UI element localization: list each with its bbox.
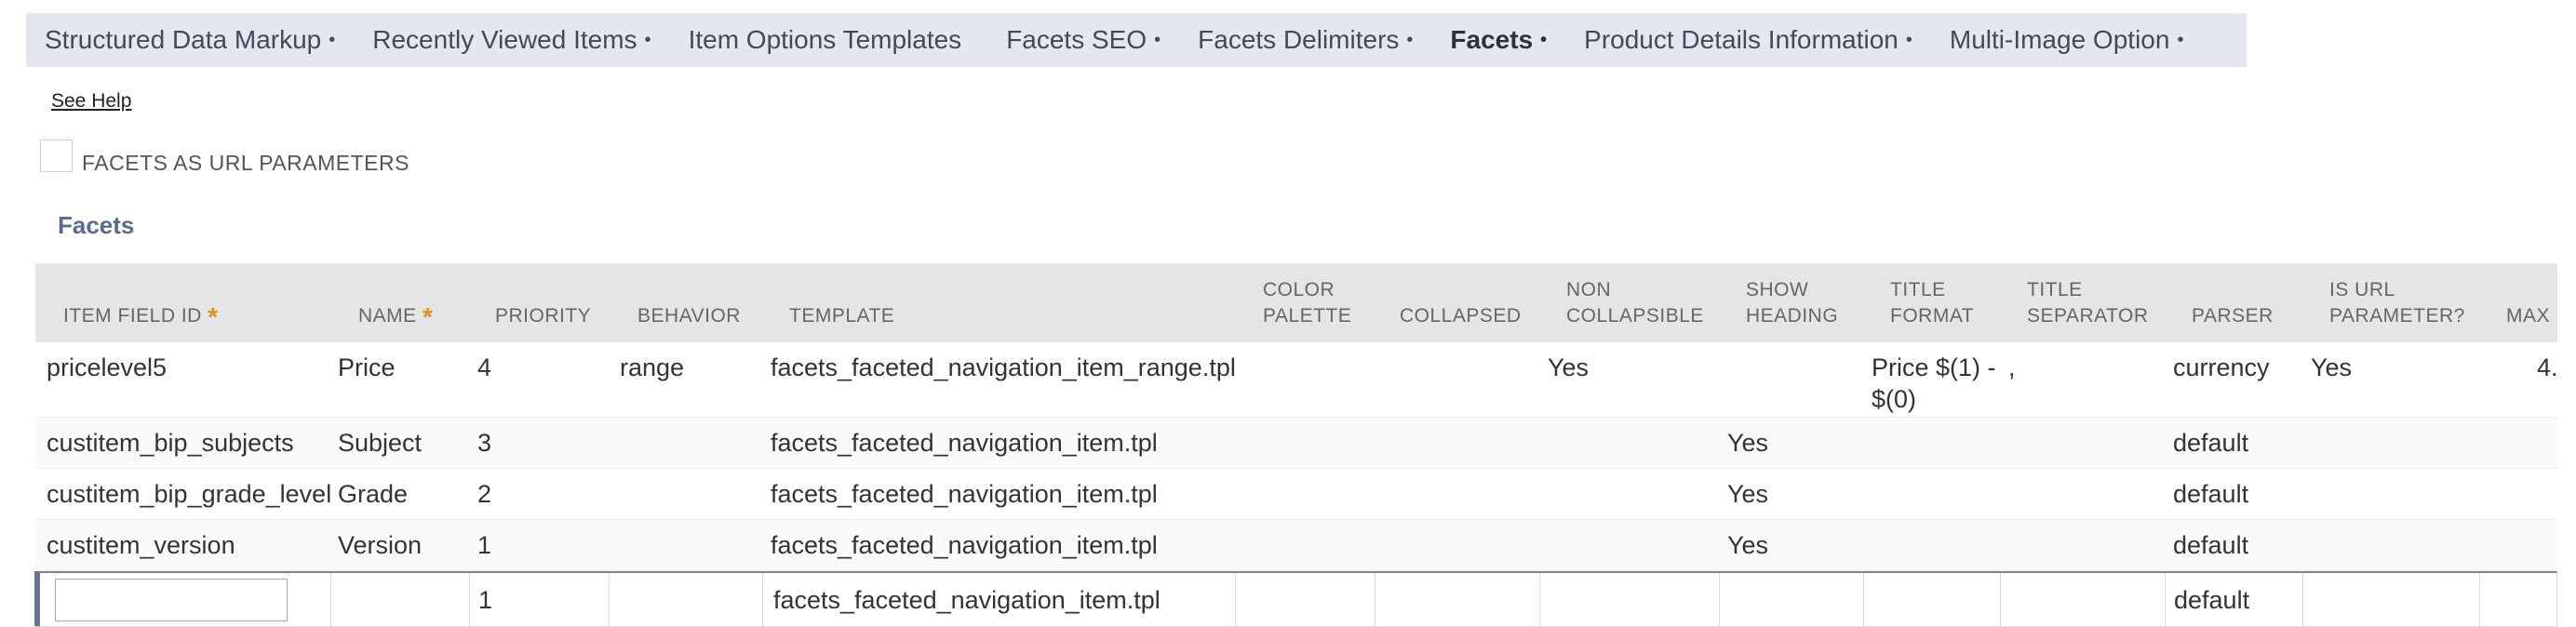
cell-priority: 3 bbox=[477, 429, 492, 457]
column-divider bbox=[1235, 573, 1236, 626]
cell-is-url-parameter: Yes bbox=[2311, 354, 2353, 381]
tab-modified-dot: • bbox=[2177, 30, 2184, 50]
tab-label: Product Details Information bbox=[1584, 25, 1898, 54]
cell-non-collapsible: Yes bbox=[1548, 354, 1590, 381]
cell-priority: 2 bbox=[477, 480, 492, 508]
facets-as-url-parameters-checkbox[interactable] bbox=[40, 140, 73, 172]
cell-title-separator: , bbox=[2008, 354, 2016, 381]
col-non-collapsible[interactable]: NON COLLAPSIBLE bbox=[1566, 277, 1704, 329]
column-divider bbox=[609, 573, 610, 626]
col-item-field-id[interactable]: ITEM FIELD ID * bbox=[63, 300, 219, 331]
required-asterisk: * bbox=[208, 302, 219, 331]
cell-item-field-id: custitem_version bbox=[47, 531, 235, 559]
col-collapsed[interactable]: COLLAPSED bbox=[1400, 303, 1522, 329]
column-divider bbox=[330, 573, 331, 626]
cell-parser: currency bbox=[2173, 354, 2270, 381]
col-title-format[interactable]: TITLE FORMAT bbox=[1890, 277, 1974, 329]
cell-name: Price bbox=[338, 354, 396, 381]
new-row-parser[interactable]: default bbox=[2174, 584, 2249, 616]
cell-item-field-id: custitem_bip_subjects bbox=[47, 429, 294, 457]
facets-as-url-parameters-label: FACETS AS URL PARAMETERS bbox=[82, 151, 409, 175]
cell-name: Grade bbox=[338, 480, 409, 508]
col-is-url-parameter[interactable]: IS URL PARAMETER? bbox=[2329, 277, 2465, 329]
column-divider bbox=[2479, 573, 2480, 626]
table-row[interactable]: custitem_bip_grade_level Grade 2 facets_… bbox=[35, 469, 2557, 520]
tab-label: Recently Viewed Items bbox=[372, 25, 637, 54]
tab-recently-viewed-items[interactable]: Recently Viewed Items • bbox=[372, 25, 651, 55]
cell-title-format: Price $(1) - $(0) bbox=[1872, 354, 1996, 413]
cell-name: Version bbox=[338, 531, 423, 559]
column-divider bbox=[2302, 573, 2303, 626]
cell-behavior: range bbox=[620, 354, 685, 381]
table-row[interactable]: pricelevel5 Price 4 range facets_faceted… bbox=[35, 342, 2558, 418]
tab-item-options-templates[interactable]: Item Options Templates bbox=[689, 25, 970, 55]
tab-label: Facets bbox=[1450, 25, 1534, 54]
tab-structured-data-markup[interactable]: Structured Data Markup • bbox=[45, 25, 335, 55]
tab-facets[interactable]: Facets • bbox=[1450, 25, 1547, 55]
tab-modified-dot: • bbox=[1905, 30, 1912, 50]
tab-multi-image-option[interactable]: Multi-Image Option • bbox=[1950, 25, 2184, 55]
tab-modified-dot: • bbox=[1540, 30, 1548, 50]
col-title-separator[interactable]: TITLE SEPARATOR bbox=[2027, 277, 2149, 329]
cell-show-heading: Yes bbox=[1727, 480, 1769, 508]
tab-modified-dot: • bbox=[1154, 30, 1161, 50]
new-item-field-id-input[interactable] bbox=[55, 579, 288, 621]
section-title: Facets bbox=[58, 211, 135, 239]
column-divider bbox=[2165, 573, 2166, 626]
col-color-palette[interactable]: COLOR PALETTE bbox=[1263, 277, 1351, 329]
column-divider bbox=[1863, 573, 1864, 626]
tab-label: Structured Data Markup bbox=[45, 25, 322, 54]
cell-max: 4. bbox=[2537, 354, 2558, 381]
col-show-heading[interactable]: SHOW HEADING bbox=[1746, 277, 1838, 329]
new-row-priority[interactable]: 1 bbox=[478, 584, 492, 616]
tab-product-details-information[interactable]: Product Details Information • bbox=[1584, 25, 1912, 55]
cell-item-field-id: custitem_bip_grade_level bbox=[47, 480, 332, 508]
column-divider bbox=[1719, 573, 1720, 626]
col-template[interactable]: TEMPLATE bbox=[789, 303, 894, 329]
cell-name: Subject bbox=[338, 429, 423, 457]
table-header: ITEM FIELD ID * NAME * PRIORITY BEHAVIOR… bbox=[35, 263, 2557, 342]
cell-template: facets_faceted_navigation_item.tpl bbox=[771, 429, 1158, 457]
col-behavior[interactable]: BEHAVIOR bbox=[637, 303, 741, 329]
table-row[interactable]: custitem_version Version 1 facets_facete… bbox=[35, 520, 2557, 571]
tab-label: Item Options Templates bbox=[688, 25, 962, 54]
table-row[interactable]: custitem_bip_subjects Subject 3 facets_f… bbox=[35, 418, 2557, 469]
cell-priority: 1 bbox=[477, 531, 492, 559]
cell-template: facets_faceted_navigation_item.tpl bbox=[771, 531, 1158, 559]
tab-facets-delimiters[interactable]: Facets Delimiters • bbox=[1198, 25, 1413, 55]
cell-parser: default bbox=[2173, 531, 2249, 559]
tab-modified-dot: • bbox=[1406, 30, 1414, 50]
new-row-editor[interactable]: 1 facets_faceted_navigation_item.tpl def… bbox=[34, 571, 2557, 627]
facets-table: ITEM FIELD ID * NAME * PRIORITY BEHAVIOR… bbox=[34, 263, 2558, 627]
new-row-template[interactable]: facets_faceted_navigation_item.tpl bbox=[773, 584, 1161, 616]
cell-parser: default bbox=[2173, 480, 2249, 508]
cell-show-heading: Yes bbox=[1727, 429, 1769, 457]
required-asterisk: * bbox=[423, 302, 434, 331]
tab-modified-dot: • bbox=[329, 30, 336, 50]
column-divider bbox=[469, 573, 470, 626]
column-divider bbox=[762, 573, 763, 626]
facets-as-url-parameters-field: FACETS AS URL PARAMETERS bbox=[40, 136, 409, 176]
see-help-link[interactable]: See Help bbox=[51, 90, 131, 113]
cell-priority: 4 bbox=[477, 354, 492, 381]
cell-show-heading: Yes bbox=[1727, 531, 1769, 559]
cell-template: facets_faceted_navigation_item_range.tpl bbox=[771, 354, 1236, 381]
tab-label: Facets SEO bbox=[1006, 25, 1147, 54]
tab-label: Facets Delimiters bbox=[1198, 25, 1400, 54]
col-max[interactable]: MAX bbox=[2506, 303, 2550, 329]
subtab-bar: Structured Data Markup • Recently Viewed … bbox=[26, 13, 2247, 67]
col-name[interactable]: NAME * bbox=[358, 300, 434, 331]
col-priority[interactable]: PRIORITY bbox=[495, 303, 591, 329]
column-divider bbox=[2000, 573, 2001, 626]
tab-modified-dot: • bbox=[644, 30, 651, 50]
tab-label: Multi-Image Option bbox=[1949, 25, 2170, 54]
cell-template: facets_faceted_navigation_item.tpl bbox=[771, 480, 1158, 508]
col-parser[interactable]: PARSER bbox=[2192, 303, 2274, 329]
cell-item-field-id: pricelevel5 bbox=[47, 354, 168, 381]
column-divider bbox=[1539, 573, 1540, 626]
tab-facets-seo[interactable]: Facets SEO • bbox=[1006, 25, 1161, 55]
cell-parser: default bbox=[2173, 429, 2249, 457]
